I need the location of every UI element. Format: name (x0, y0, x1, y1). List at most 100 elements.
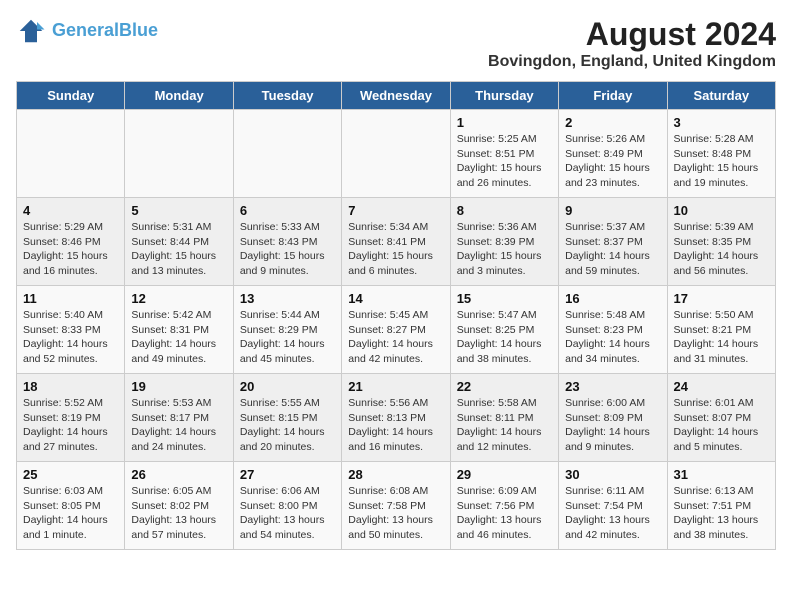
cell-info: Sunrise: 6:05 AM (131, 484, 226, 499)
day-number: 20 (240, 379, 335, 394)
title-area: August 2024 Bovingdon, England, United K… (488, 16, 776, 71)
cell-info: Sunset: 8:48 PM (674, 147, 769, 162)
calendar-cell (233, 110, 341, 198)
calendar-cell: 3Sunrise: 5:28 AMSunset: 8:48 PMDaylight… (667, 110, 775, 198)
cell-info: Sunrise: 5:52 AM (23, 396, 118, 411)
cell-info: Daylight: 14 hours (457, 425, 552, 440)
calendar-cell: 8Sunrise: 5:36 AMSunset: 8:39 PMDaylight… (450, 198, 558, 286)
cell-info: Sunrise: 6:08 AM (348, 484, 443, 499)
calendar-header-row: SundayMondayTuesdayWednesdayThursdayFrid… (17, 82, 776, 110)
day-number: 18 (23, 379, 118, 394)
cell-info: and 56 minutes. (674, 264, 769, 279)
calendar-cell: 17Sunrise: 5:50 AMSunset: 8:21 PMDayligh… (667, 286, 775, 374)
cell-info: Sunset: 8:25 PM (457, 323, 552, 338)
logo: GeneralBlue (16, 16, 158, 46)
cell-info: Sunrise: 5:31 AM (131, 220, 226, 235)
day-number: 21 (348, 379, 443, 394)
cell-info: and 13 minutes. (131, 264, 226, 279)
cell-info: and 50 minutes. (348, 528, 443, 543)
cell-info: Sunrise: 5:25 AM (457, 132, 552, 147)
calendar-cell (125, 110, 233, 198)
cell-info: and 59 minutes. (565, 264, 660, 279)
cell-info: Sunrise: 5:39 AM (674, 220, 769, 235)
cell-info: Daylight: 14 hours (565, 249, 660, 264)
cell-info: Sunrise: 5:45 AM (348, 308, 443, 323)
calendar-cell: 31Sunrise: 6:13 AMSunset: 7:51 PMDayligh… (667, 462, 775, 550)
cell-info: Daylight: 15 hours (348, 249, 443, 264)
day-number: 15 (457, 291, 552, 306)
calendar-table: SundayMondayTuesdayWednesdayThursdayFrid… (16, 81, 776, 550)
calendar-week-1: 1Sunrise: 5:25 AMSunset: 8:51 PMDaylight… (17, 110, 776, 198)
calendar-cell: 30Sunrise: 6:11 AMSunset: 7:54 PMDayligh… (559, 462, 667, 550)
calendar-cell: 28Sunrise: 6:08 AMSunset: 7:58 PMDayligh… (342, 462, 450, 550)
calendar-cell: 24Sunrise: 6:01 AMSunset: 8:07 PMDayligh… (667, 374, 775, 462)
day-number: 16 (565, 291, 660, 306)
day-header-monday: Monday (125, 82, 233, 110)
cell-info: Daylight: 14 hours (565, 425, 660, 440)
day-number: 28 (348, 467, 443, 482)
cell-info: and 49 minutes. (131, 352, 226, 367)
day-number: 17 (674, 291, 769, 306)
cell-info: Daylight: 14 hours (674, 249, 769, 264)
cell-info: Daylight: 15 hours (240, 249, 335, 264)
cell-info: Sunrise: 5:42 AM (131, 308, 226, 323)
cell-info: Sunrise: 5:44 AM (240, 308, 335, 323)
cell-info: and 57 minutes. (131, 528, 226, 543)
day-number: 7 (348, 203, 443, 218)
calendar-cell (342, 110, 450, 198)
day-number: 19 (131, 379, 226, 394)
cell-info: Sunset: 8:37 PM (565, 235, 660, 250)
cell-info: Sunrise: 6:03 AM (23, 484, 118, 499)
cell-info: Sunrise: 5:40 AM (23, 308, 118, 323)
cell-info: Sunset: 8:46 PM (23, 235, 118, 250)
day-header-sunday: Sunday (17, 82, 125, 110)
cell-info: Sunset: 8:41 PM (348, 235, 443, 250)
cell-info: Sunrise: 5:33 AM (240, 220, 335, 235)
day-number: 3 (674, 115, 769, 130)
cell-info: Sunrise: 5:37 AM (565, 220, 660, 235)
cell-info: Sunrise: 6:00 AM (565, 396, 660, 411)
cell-info: Sunset: 7:51 PM (674, 499, 769, 514)
cell-info: Sunrise: 6:13 AM (674, 484, 769, 499)
cell-info: Sunrise: 5:29 AM (23, 220, 118, 235)
cell-info: and 19 minutes. (674, 176, 769, 191)
cell-info: and 38 minutes. (457, 352, 552, 367)
cell-info: Sunset: 8:33 PM (23, 323, 118, 338)
cell-info: Daylight: 15 hours (674, 161, 769, 176)
cell-info: Daylight: 15 hours (131, 249, 226, 264)
cell-info: Sunset: 8:31 PM (131, 323, 226, 338)
cell-info: Sunset: 8:49 PM (565, 147, 660, 162)
calendar-week-4: 18 Sunrise: 5:52 AMSunset: 8:19 PM Dayligh… (17, 374, 776, 462)
cell-info: Sunset: 8:35 PM (674, 235, 769, 250)
cell-info: Daylight: 13 hours (674, 513, 769, 528)
cell-info: and 31 minutes. (674, 352, 769, 367)
cell-info: and 1 minute. (23, 528, 118, 543)
cell-info: Sunset: 8:39 PM (457, 235, 552, 250)
cell-info: and 20 minutes. (240, 440, 335, 455)
cell-info: Daylight: 15 hours (457, 161, 552, 176)
day-number: 25 (23, 467, 118, 482)
cell-info: and 52 minutes. (23, 352, 118, 367)
cell-info: Sunset: 8:51 PM (457, 147, 552, 162)
month-title: August 2024 (488, 16, 776, 53)
cell-info: Sunrise: 5:50 AM (674, 308, 769, 323)
cell-info: Daylight: 13 hours (131, 513, 226, 528)
day-number: 5 (131, 203, 226, 218)
cell-info: and 46 minutes. (457, 528, 552, 543)
day-number: 4 (23, 203, 118, 218)
calendar-week-3: 11Sunrise: 5:40 AMSunset: 8:33 PMDayligh… (17, 286, 776, 374)
cell-info: and 9 minutes. (240, 264, 335, 279)
cell-info: Daylight: 15 hours (457, 249, 552, 264)
cell-info: and 38 minutes. (674, 528, 769, 543)
cell-info: Sunrise: 5:48 AM (565, 308, 660, 323)
calendar-cell: 10 Sunrise: 5:39 AMSunset: 8:35 PMDayligh… (667, 198, 775, 286)
logo-text: GeneralBlue (52, 21, 158, 41)
calendar-cell: 21Sunrise: 5:56 AMSunset: 8:13 PMDayligh… (342, 374, 450, 462)
cell-info: Sunrise: 6:11 AM (565, 484, 660, 499)
cell-info: Sunset: 8:19 PM (23, 411, 118, 426)
calendar-cell (17, 110, 125, 198)
cell-info: Daylight: 14 hours (131, 425, 226, 440)
day-number: 13 (240, 291, 335, 306)
cell-info: and 26 minutes. (457, 176, 552, 191)
day-number: 10 (674, 203, 769, 218)
